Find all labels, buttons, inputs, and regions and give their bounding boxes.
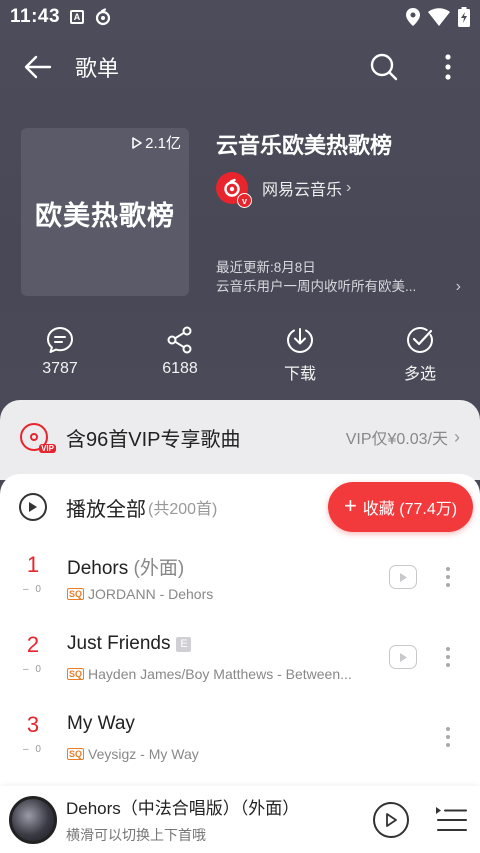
verified-badge-icon: v <box>237 193 252 208</box>
chevron-right-icon: › <box>455 278 461 295</box>
wifi-icon <box>428 8 450 26</box>
search-button[interactable] <box>364 47 404 87</box>
mv-button[interactable] <box>389 645 417 669</box>
collect-label: 收藏 (77.4万) <box>362 501 458 518</box>
creator-link[interactable]: v 网易云音乐 › <box>216 172 352 208</box>
share-icon <box>167 326 192 354</box>
status-bar: 11:43 A <box>0 0 480 34</box>
multi-select-label: 多选 <box>403 366 436 383</box>
chevron-right-icon: › <box>454 426 460 447</box>
track-index: 2 <box>26 632 40 657</box>
play-circle-icon <box>19 493 47 521</box>
last-update: 最近更新:8月8日 <box>216 260 316 275</box>
rank-change: – 0 <box>23 744 43 755</box>
sq-quality-badge: SQ <box>67 748 85 760</box>
track-count: (共200首) <box>148 501 218 518</box>
track-index: 1 <box>26 552 40 577</box>
track-more-button[interactable] <box>440 720 456 754</box>
chevron-right-icon: › <box>346 179 352 196</box>
track-row[interactable]: 2 – 0 Just Friends E SQ Hayden James/Boy … <box>0 620 480 700</box>
plus-icon: + <box>343 493 357 518</box>
share-button[interactable]: 6188 <box>120 326 240 386</box>
rank-change: – 0 <box>23 664 43 675</box>
multi-select-icon <box>406 326 434 354</box>
back-button[interactable] <box>18 47 58 87</box>
track-index: 3 <box>26 712 40 737</box>
page-title: 歌单 <box>75 56 120 81</box>
rank-change: – 0 <box>23 584 43 595</box>
download-button[interactable]: 下载 <box>240 326 360 386</box>
play-count-value: 2.1亿 <box>145 135 181 152</box>
video-play-icon <box>399 652 407 662</box>
search-icon <box>370 53 398 81</box>
mv-button[interactable] <box>389 565 417 589</box>
track-more-button[interactable] <box>440 640 456 674</box>
cover-text: 欧美热歌榜 <box>35 201 175 231</box>
track-meta: SQ JORDANN - Dehors <box>67 586 367 602</box>
track-title-text: My Way <box>67 713 135 734</box>
mini-player[interactable]: Dehors（中法合唱版）（外面） 横滑可以切换上下首哦 <box>0 786 480 853</box>
swipe-hint: 横滑可以切换上下首哦 <box>66 827 206 843</box>
now-playing-cover[interactable] <box>9 795 57 844</box>
netease-notify-icon <box>95 8 111 26</box>
playlist-cover[interactable]: 2.1亿 欧美热歌榜 <box>21 128 189 296</box>
creator-avatar: v <box>216 172 252 208</box>
track-title: My Way <box>67 713 135 735</box>
vip-disc-icon: VIP <box>20 423 56 453</box>
vip-banner[interactable]: VIP 含96首VIP专享歌曲 VIP仅¥0.03/天 › <box>0 400 480 480</box>
track-row[interactable]: 3 – 0 My Way SQ Veysigz - My Way <box>0 700 480 780</box>
more-vertical-icon <box>445 54 451 80</box>
track-meta: SQ Veysigz - My Way <box>67 746 367 762</box>
playlist-title: 云音乐欧美热歌榜 <box>216 133 393 158</box>
collect-button[interactable]: + 收藏 (77.4万) <box>328 482 473 532</box>
vip-text: 含96首VIP专享歌曲 <box>66 428 241 451</box>
arrow-left-icon <box>24 55 52 79</box>
comment-count: 3787 <box>42 360 78 377</box>
creator-name: 网易云音乐 <box>262 182 343 199</box>
sq-quality-badge: SQ <box>67 668 85 680</box>
play-all-label: 播放全部 <box>66 498 146 521</box>
comment-button[interactable]: 3787 <box>0 326 120 386</box>
download-label: 下载 <box>283 366 316 383</box>
track-alias: (外面) <box>128 558 185 579</box>
now-playing-title: Dehors（中法合唱版）（外面） <box>66 799 300 818</box>
play-icon <box>386 813 397 827</box>
play-count: 2.1亿 <box>132 132 181 153</box>
track-artist: Veysigz - My Way <box>88 746 199 762</box>
video-play-icon <box>399 572 407 582</box>
track-title-text: Dehors <box>67 558 129 579</box>
share-count: 6188 <box>162 360 198 377</box>
track-row[interactable]: 1 – 0 Dehors (外面) SQ JORDANN - Dehors <box>0 540 480 620</box>
mini-play-button[interactable] <box>373 802 409 838</box>
multi-select-button[interactable]: 多选 <box>360 326 480 386</box>
comment-icon <box>47 327 73 353</box>
playlist-description: 云音乐用户一周内收听所有欧美... <box>216 279 417 294</box>
battery-icon <box>458 7 470 27</box>
status-time: 11:43 <box>10 6 61 27</box>
track-meta: SQ Hayden James/Boy Matthews - Between..… <box>67 666 367 682</box>
track-title: Dehors (外面) <box>67 553 184 580</box>
notification-a-icon: A <box>70 10 85 24</box>
app-header: 歌单 <box>0 40 480 94</box>
sq-quality-badge: SQ <box>67 588 85 600</box>
location-icon <box>406 8 420 26</box>
play-triangle-icon <box>132 136 142 149</box>
more-options-button[interactable] <box>428 47 468 87</box>
track-title: Just Friends E <box>67 633 192 655</box>
playlist-queue-button[interactable] <box>434 804 468 834</box>
track-artist: Hayden James/Boy Matthews - Between... <box>88 666 352 682</box>
track-title-text: Just Friends <box>67 633 171 654</box>
playlist-info[interactable]: 最近更新:8月8日 云音乐用户一周内收听所有欧美... › <box>216 258 461 296</box>
playlist-queue-icon <box>436 807 467 831</box>
track-more-button[interactable] <box>440 560 456 594</box>
track-artist: JORDANN - Dehors <box>88 586 214 602</box>
download-icon <box>286 328 314 354</box>
now-playing-info: Dehors（中法合唱版）（外面） 横滑可以切换上下首哦 <box>66 794 299 845</box>
explicit-badge: E <box>176 637 192 652</box>
playlist-actions: 3787 6188 下载 多选 <box>0 326 480 386</box>
vip-price: VIP仅¥0.03/天 <box>345 431 448 448</box>
